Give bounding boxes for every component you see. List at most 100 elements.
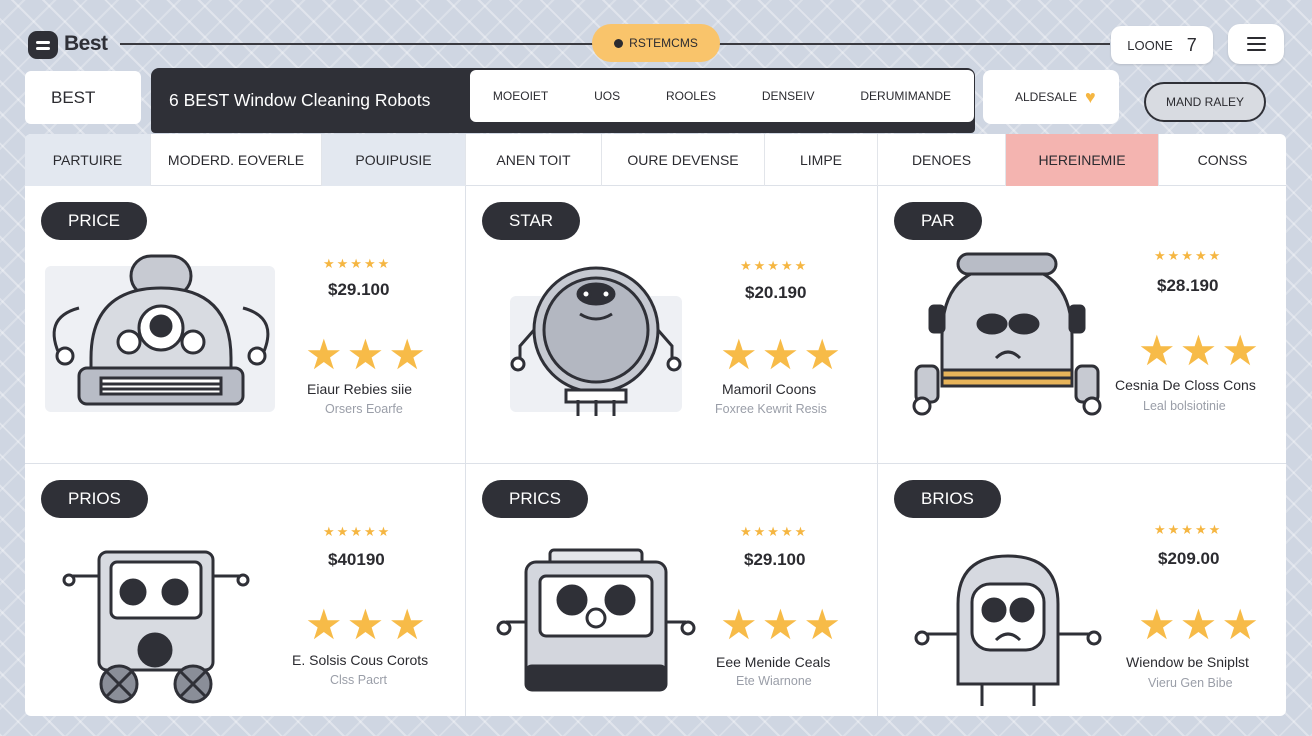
robot-illustration (496, 548, 696, 692)
right-action-button[interactable]: MAND RALEY (1144, 82, 1266, 122)
hamburger-menu-button[interactable] (1228, 24, 1284, 64)
product-description: Eiaur Rebies siie (307, 381, 413, 397)
robot-illustration (912, 252, 1102, 416)
card-badge: PRICE (41, 202, 147, 240)
column-header[interactable]: CONSS (1159, 134, 1286, 186)
nav-bar: MOEOIET UOS ROOLES DENSEIV DERUMIMANDE (470, 70, 974, 122)
product-card[interactable]: PRICE ★★★★★ $29.100 ★ ★ ★ Eiaur Rebies s… (25, 186, 466, 464)
product-description: Cesnia De Closs Cons (1115, 377, 1256, 393)
product-subtext: Foxree Kewrit Resis (715, 402, 827, 416)
center-pill-label: RSTEMCMS (629, 36, 698, 50)
card-badge: PAR (894, 202, 982, 240)
star-icon: ★ (1179, 327, 1218, 374)
login-count: 7 (1186, 34, 1197, 55)
small-rating-stars: ★★★★★ (1154, 522, 1223, 537)
price-label: $29.100 (328, 280, 390, 299)
product-card[interactable]: BRIOS ★★★★★ $209.00 ★ ★ ★ Wiendow be Sni… (878, 464, 1286, 716)
small-rating-stars: ★★★★★ (740, 524, 809, 539)
big-rating-stars: ★ ★ ★ (305, 604, 426, 646)
nav-item[interactable]: UOS (594, 89, 620, 103)
top-bar: Best RSTEMCMS LOONE 7 (0, 0, 1312, 70)
product-grid: PRICE ★★★★★ $29.100 ★ ★ ★ Eiaur Rebies s… (25, 186, 1286, 716)
big-rating-stars: ★ ★ ★ (1138, 330, 1259, 372)
star-icon: ★ (1138, 601, 1176, 648)
product-subtext: Ete Wiarnone (736, 674, 812, 688)
star-icon: ★ (346, 601, 385, 648)
price-label: $28.190 (1157, 276, 1219, 295)
price-label: $209.00 (1158, 549, 1220, 568)
star-icon: ★ (803, 331, 841, 378)
big-rating-stars: ★ ★ ★ (720, 334, 841, 376)
star-icon: ★ (1179, 601, 1218, 648)
robot-illustration (62, 550, 250, 704)
star-icon: ★ (720, 601, 758, 648)
star-icon: ★ (388, 331, 426, 378)
product-card[interactable]: PRIOS ★★★★★ $40190 ★ ★ ★ E. Solsis Cous … (25, 464, 466, 716)
column-header[interactable]: DENOES (878, 134, 1006, 186)
price-label: $40190 (328, 550, 385, 569)
product-subtext: Vieru Gen Bibe (1148, 676, 1233, 690)
column-header[interactable]: POUIPUSIE (322, 134, 466, 186)
card-badge: STAR (482, 202, 581, 240)
column-header[interactable]: OURE DEVENSE (602, 134, 765, 186)
product-card[interactable]: STAR ★★★★★ $20.190 ★ ★ ★ Mamoril Coons F… (466, 186, 878, 464)
heart-icon: ♥ (1085, 86, 1096, 107)
column-header[interactable]: HEREINEMIE (1006, 134, 1159, 186)
robot-illustration (510, 266, 682, 416)
small-rating-stars: ★★★★★ (1154, 248, 1223, 263)
login-button[interactable]: LOONE 7 (1111, 26, 1213, 64)
nav-item[interactable]: DERUMIMANDE (860, 89, 951, 103)
big-rating-stars: ★ ★ ★ (720, 604, 841, 646)
product-card[interactable]: PAR ★★★★★ $28.190 ★ ★ ★ Cesnia De Closs … (878, 186, 1286, 464)
product-subtext: Leal bolsiotinie (1143, 399, 1226, 413)
menu-line-icon (1247, 49, 1266, 52)
column-header[interactable]: MODERD. EOVERLE (151, 134, 322, 186)
page-title: 6 BEST Window Cleaning Robots (169, 90, 431, 110)
column-header[interactable]: PARTUIRE (25, 134, 151, 186)
product-description: E. Solsis Cous Corots (292, 652, 429, 668)
card-badge: BRIOS (894, 480, 1001, 518)
table-header-row: PARTUIRE MODERD. EOVERLE POUIPUSIE ANEN … (25, 134, 1286, 186)
star-icon: ★ (803, 601, 841, 648)
menu-line-icon (1247, 43, 1266, 46)
product-description: Eee Menide Ceals (716, 654, 831, 670)
nav-item[interactable]: DENSEIV (762, 89, 815, 103)
star-icon: ★ (1221, 327, 1259, 374)
logo-icon[interactable] (28, 31, 58, 59)
alert-button[interactable]: ALDESALE ♥ (983, 70, 1119, 124)
card-badge: PRICS (482, 480, 588, 518)
best-tab[interactable]: BEST (25, 71, 141, 124)
product-subtext: Clss Pacrt (330, 673, 387, 687)
product-description: Wiendow be Sniplst (1126, 654, 1249, 670)
star-icon: ★ (346, 331, 385, 378)
login-label: LOONE (1127, 37, 1173, 53)
big-rating-stars: ★ ★ ★ (305, 334, 426, 376)
dot-icon (614, 38, 624, 48)
small-rating-stars: ★★★★★ (323, 256, 392, 271)
star-icon: ★ (305, 601, 343, 648)
alert-label: ALDESALE (1015, 90, 1078, 104)
comparison-table: PARTUIRE MODERD. EOVERLE POUIPUSIE ANEN … (25, 134, 1286, 716)
menu-line-icon (1247, 37, 1266, 40)
brand-name[interactable]: Best (64, 32, 108, 56)
robot-illustration (52, 254, 270, 406)
product-description: Mamoril Coons (722, 381, 817, 397)
star-icon: ★ (720, 331, 758, 378)
card-badge: PRIOS (41, 480, 148, 518)
column-header[interactable]: ANEN TOIT (466, 134, 602, 186)
star-icon: ★ (1138, 327, 1176, 374)
robot-illustration (914, 554, 1102, 706)
nav-item[interactable]: ROOLES (666, 89, 716, 103)
star-icon: ★ (305, 331, 343, 378)
price-label: $29.100 (744, 550, 806, 569)
small-rating-stars: ★★★★★ (740, 258, 809, 273)
nav-item[interactable]: MOEOIET (493, 89, 548, 103)
product-card[interactable]: PRICS ★★★★★ $29.100 ★ ★ ★ Eee Menide Cea… (466, 464, 878, 716)
product-subtext: Orsers Eoarfe (325, 402, 403, 416)
column-header[interactable]: LIMPE (765, 134, 878, 186)
star-icon: ★ (761, 601, 800, 648)
star-icon: ★ (1221, 601, 1259, 648)
star-icon: ★ (388, 601, 426, 648)
price-label: $20.190 (745, 283, 807, 302)
center-pill-button[interactable]: RSTEMCMS (592, 24, 720, 62)
